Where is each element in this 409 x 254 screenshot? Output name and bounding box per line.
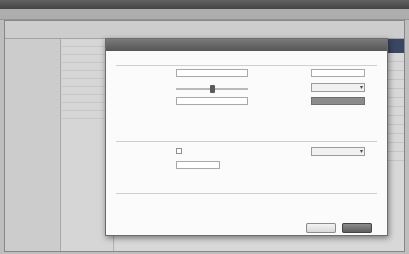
chevron-down-icon: ▾ [359, 84, 363, 91]
chevron-down-icon: ▾ [359, 148, 363, 155]
mode-select[interactable]: ▾ [311, 147, 365, 156]
field-input[interactable] [176, 97, 248, 105]
field-input[interactable] [176, 161, 220, 169]
settings-dialog: ▾ ▾ [105, 38, 388, 236]
value-slider[interactable] [176, 85, 248, 93]
dialog-title [106, 39, 387, 51]
field-input[interactable] [176, 69, 248, 77]
section-divider [116, 65, 377, 66]
checkbox-icon[interactable] [176, 148, 182, 154]
slider-handle[interactable] [210, 85, 215, 93]
cancel-button[interactable] [306, 223, 336, 233]
section-divider [116, 193, 377, 194]
dialog-body: ▾ ▾ [106, 51, 387, 237]
field-input[interactable] [311, 69, 365, 77]
ok-button[interactable] [342, 223, 372, 233]
color-swatch[interactable] [311, 97, 365, 105]
option-select[interactable]: ▾ [311, 83, 365, 92]
section-divider [116, 141, 377, 142]
